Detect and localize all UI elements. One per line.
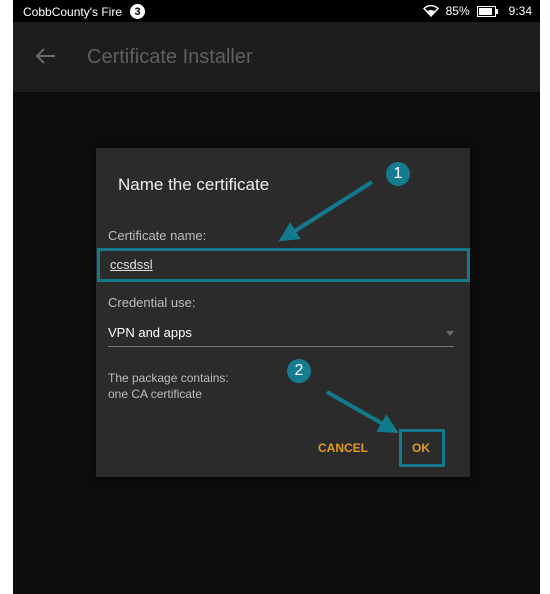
step-1-callout: 1 xyxy=(386,162,410,186)
certificate-name-label: Certificate name: xyxy=(108,228,207,243)
wifi-icon xyxy=(422,5,439,17)
app-title: Certificate Installer xyxy=(87,46,253,68)
certificate-name-value[interactable]: ccsdssl xyxy=(110,257,153,272)
package-info-line2: one CA certificate xyxy=(108,387,203,401)
package-info-line1: The package contains: xyxy=(108,371,229,385)
credential-use-select[interactable]: VPN and apps xyxy=(108,320,454,347)
caret-down-icon xyxy=(446,331,454,336)
status-bar-right: 85% 9:34 xyxy=(422,4,532,18)
status-bar-left: CobbCounty's Fire 3 xyxy=(23,4,145,19)
ok-button[interactable]: OK xyxy=(412,441,430,455)
battery-icon xyxy=(476,5,498,17)
device-screen: CobbCounty's Fire 3 85% 9:34 Certificate… xyxy=(13,0,540,594)
dialog-title: Name the certificate xyxy=(118,175,270,194)
device-name: CobbCounty's Fire xyxy=(23,4,122,19)
status-bar: CobbCounty's Fire 3 85% 9:34 xyxy=(13,0,540,22)
credential-use-label: Credential use: xyxy=(108,295,196,310)
battery-fill xyxy=(478,7,492,15)
certificate-dialog: Name the certificate Certificate name: c… xyxy=(96,148,470,477)
cancel-button[interactable]: CANCEL xyxy=(318,441,368,455)
package-info: The package contains: one CA certificate xyxy=(108,370,229,402)
step-2-callout: 2 xyxy=(287,359,311,383)
battery-percent: 85% xyxy=(445,4,470,18)
app-bar: Certificate Installer xyxy=(13,22,540,92)
clock: 9:34 xyxy=(508,4,532,18)
credential-use-value: VPN and apps xyxy=(108,325,192,340)
certificate-name-input[interactable]: ccsdssl xyxy=(97,248,470,282)
notification-badge: 3 xyxy=(130,4,145,19)
back-arrow-icon[interactable] xyxy=(33,46,57,66)
